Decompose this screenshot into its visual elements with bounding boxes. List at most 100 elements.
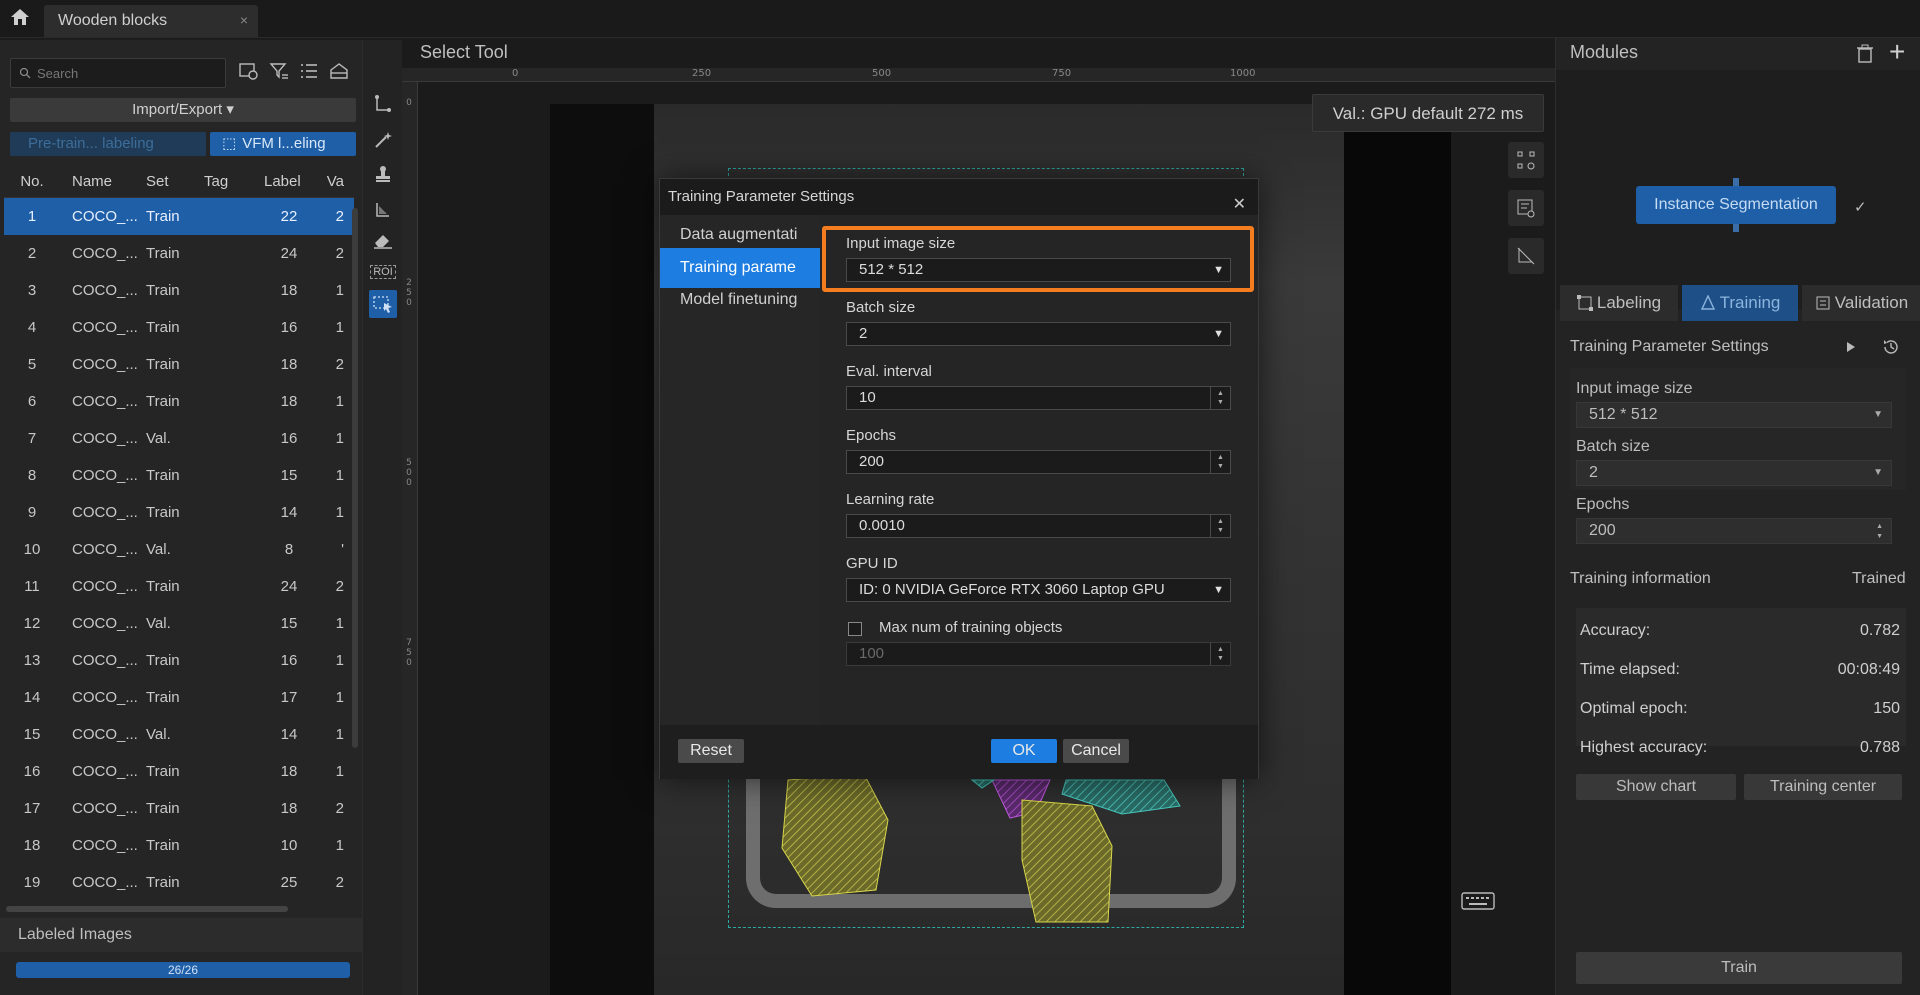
tab-labeling[interactable]: Labeling [1560,285,1678,321]
modules-title: Modules [1570,42,1639,62]
table-row[interactable]: 19 COCO_... Train 25 2 [4,864,354,901]
table-row[interactable]: 7 COCO_... Val. 16 1 [4,420,354,457]
show-results-icon[interactable] [1508,190,1544,226]
max-objects-checkbox[interactable] [848,622,862,636]
table-row[interactable]: 4 COCO_... Train 16 1 [4,309,354,346]
instance-segmentation-module[interactable]: Instance Segmentation [1636,178,1836,232]
cell-set: Val. [146,615,171,632]
cell-no: 17 [23,800,41,817]
eraser-icon[interactable] [369,226,397,254]
show-chart-button[interactable]: Show chart [1576,774,1736,800]
stamp-tool-icon[interactable] [369,160,397,188]
label-polygon[interactable] [781,773,889,897]
magic-wand-icon[interactable] [369,126,397,154]
import-export-button[interactable]: Import/Export ▾ [10,98,356,122]
cell-no: 12 [23,615,41,632]
cell-label: 18 [280,282,298,299]
col-set-header[interactable]: Set [134,173,204,190]
cell-no: 14 [23,689,41,706]
expand-play-icon[interactable] [1846,340,1856,357]
keyboard-icon[interactable] [1458,886,1498,916]
select-tool-icon[interactable] [369,290,397,318]
table-row[interactable]: 17 COCO_... Train 18 2 [4,790,354,827]
input-size-select[interactable]: 512 * 512 ▼ [1576,402,1892,428]
table-row[interactable]: 15 COCO_... Val. 14 1 [4,716,354,753]
table-row[interactable]: 14 COCO_... Train 17 1 [4,679,354,716]
reset-button[interactable]: Reset [678,739,744,763]
spinner-icon[interactable]: ▲ ▼ [1210,515,1230,537]
tab-validation[interactable]: Validation [1802,285,1920,321]
col-no-header[interactable]: No. [4,173,60,190]
module-graph: Instance Segmentation ✓ [1556,70,1920,310]
table-row[interactable]: 2 COCO_... Train 24 2 [4,235,354,272]
pretrain-labeling-label: Pre-train... labeling [28,135,154,152]
cell-val: 1 [335,615,344,632]
eval-interval-input[interactable]: 10 ▲ ▼ [846,386,1231,410]
table-row[interactable]: 1 COCO_... Train 22 2 [4,198,354,235]
table-row[interactable]: 16 COCO_... Train 18 1 [4,753,354,790]
cell-name: COCO_... [72,874,138,891]
batch-size-select[interactable]: 2 ▼ [846,322,1231,346]
roi-tool[interactable]: ROI [369,258,397,286]
epochs-input[interactable]: 200 ▲ ▼ [846,450,1231,474]
table-row[interactable]: 3 COCO_... Train 18 1 [4,272,354,309]
dataset-split-icon[interactable] [328,60,352,84]
label-polygon[interactable] [1021,799,1113,923]
spinner-icon[interactable]: ▲ ▼ [1210,451,1230,473]
history-icon[interactable] [1882,338,1900,360]
tab-training[interactable]: Training [1682,285,1798,321]
table-row[interactable]: 11 COCO_... Train 24 2 [4,568,354,605]
list-view-icon[interactable] [298,60,322,84]
vfm-labeling-button[interactable]: ⬚ VFM l...eling [210,132,356,156]
ok-button[interactable]: OK [991,739,1057,763]
batch-size-select[interactable]: 2 ▼ [1576,460,1892,486]
label-polygon[interactable] [970,779,996,789]
col-name-header[interactable]: Name [60,173,134,190]
cell-name: COCO_... [72,282,138,299]
spinner-icon[interactable]: ▲ ▼ [1210,387,1230,409]
cell-set: Train [146,504,180,521]
table-vertical-scrollbar[interactable] [352,208,358,748]
table-row[interactable]: 12 COCO_... Val. 15 1 [4,605,354,642]
learning-rate-input[interactable]: 0.0010 ▲ ▼ [846,514,1231,538]
home-icon[interactable] [10,8,34,30]
cell-label: 24 [280,245,298,262]
table-row[interactable]: 18 COCO_... Train 10 1 [4,827,354,864]
add-module-icon[interactable]: + [1889,38,1905,66]
table-row[interactable]: 8 COCO_... Train 15 1 [4,457,354,494]
col-val-header[interactable]: Va [314,173,344,190]
hide-mask-icon[interactable] [1508,238,1544,274]
search-icon [19,67,31,79]
training-center-button[interactable]: Training center [1744,774,1902,800]
table-horizontal-scrollbar[interactable] [6,906,288,912]
close-tab-icon[interactable]: × [240,12,248,28]
max-objects-value: 100 [859,645,885,662]
table-row[interactable]: 9 COCO_... Train 14 1 [4,494,354,531]
col-tag-header[interactable]: Tag [204,173,264,190]
filter-icon[interactable] [268,60,292,84]
train-button[interactable]: Train [1576,952,1902,984]
table-row[interactable]: 10 COCO_... Val. 8 ' [4,531,354,568]
show-labels-icon[interactable] [1508,142,1544,178]
cancel-button[interactable]: Cancel [1063,739,1129,763]
module-tabs: Labeling Training Validation [1556,285,1920,321]
epochs-input[interactable]: 200 ▲ ▼ [1576,518,1892,544]
mask-tool-icon[interactable] [369,196,397,224]
search-input[interactable]: Search [10,58,226,88]
col-label-header[interactable]: Label [264,173,314,190]
table-row[interactable]: 6 COCO_... Train 18 1 [4,383,354,420]
pretrain-labeling-button[interactable]: Pre-train... labeling [10,132,206,156]
cell-set: Train [146,356,180,373]
trash-icon[interactable] [1856,44,1874,68]
cell-val: 1 [335,837,344,854]
cell-label: 22 [280,208,298,225]
cell-val: 1 [335,689,344,706]
file-tab[interactable]: Wooden blocks × [44,5,258,37]
image-filter-icon[interactable] [238,60,262,84]
polygon-tool-icon[interactable] [369,90,397,118]
nav-model-finetuning[interactable]: Model finetuning [660,280,820,320]
gpu-id-select[interactable]: ID: 0 NVIDIA GeForce RTX 3060 Laptop GPU… [846,578,1231,602]
chevron-down-icon: ▼ [1873,409,1883,420]
table-row[interactable]: 5 COCO_... Train 18 2 [4,346,354,383]
table-row[interactable]: 13 COCO_... Train 16 1 [4,642,354,679]
